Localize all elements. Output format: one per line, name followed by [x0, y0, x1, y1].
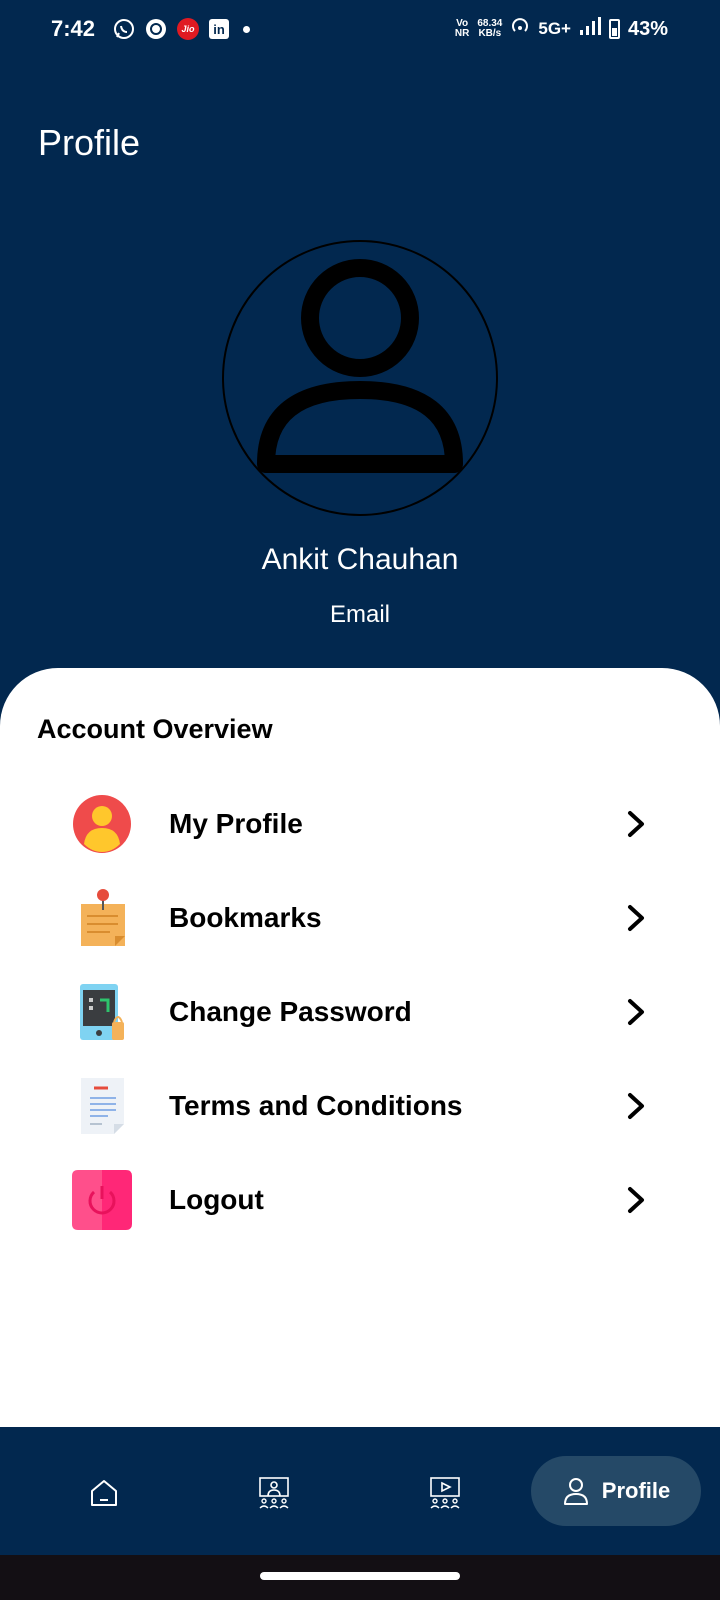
chat-icon	[145, 18, 167, 40]
battery-icon	[608, 19, 620, 39]
chevron-right-icon	[624, 996, 648, 1028]
system-navigation-bar	[0, 1555, 720, 1600]
nav-video-class[interactable]	[417, 1465, 473, 1521]
account-panel: Account Overview My Profile Bookmarks Ch…	[0, 668, 720, 1427]
section-title: Account Overview	[37, 714, 273, 744]
chevron-right-icon	[624, 808, 648, 840]
person-icon	[563, 1478, 588, 1505]
volte-indicator: Vo NR	[454, 18, 470, 39]
classroom-icon	[259, 1477, 289, 1509]
chevron-right-icon	[624, 902, 648, 934]
status-time: 7:42	[51, 16, 96, 41]
network-type: 5G+	[538, 19, 571, 38]
document-icon	[72, 1076, 132, 1136]
nav-profile-label: Profile	[601, 1478, 671, 1503]
menu-item-change-password[interactable]: Change Password	[0, 966, 720, 1060]
nav-classroom[interactable]	[246, 1465, 302, 1521]
avatar[interactable]	[222, 240, 498, 516]
status-bar: 7:42 Jio in Vo NR 68.34 KB/s 5G+ 43%	[0, 0, 720, 64]
signal-icon	[579, 16, 601, 42]
network-speed: 68.34 KB/s	[477, 18, 503, 39]
bottom-nav: Profile	[0, 1427, 720, 1555]
menu-label: Bookmarks	[169, 902, 322, 933]
chevron-right-icon	[624, 1184, 648, 1216]
menu-label: My Profile	[169, 808, 303, 839]
user-profile-icon	[72, 794, 132, 854]
nav-profile[interactable]: Profile	[531, 1456, 701, 1526]
menu-item-terms[interactable]: Terms and Conditions	[0, 1060, 720, 1154]
menu-label: Terms and Conditions	[169, 1090, 463, 1121]
chevron-right-icon	[624, 1090, 648, 1122]
pinned-note-icon	[72, 888, 132, 948]
home-icon	[91, 1480, 117, 1506]
linkedin-icon: in	[209, 19, 229, 39]
user-email: Email	[329, 601, 390, 628]
more-notifications-icon	[243, 25, 250, 33]
battery-percent: 43%	[627, 17, 668, 40]
nav-home[interactable]	[76, 1465, 132, 1521]
system-status: Vo NR 68.34 KB/s 5G+ 43%	[455, 16, 668, 42]
hotspot-icon	[510, 16, 530, 42]
menu-item-my-profile[interactable]: My Profile	[0, 778, 720, 872]
jio-icon: Jio	[177, 18, 199, 40]
menu-label: Change Password	[169, 996, 412, 1027]
page-title: Profile	[38, 122, 141, 163]
home-indicator[interactable]	[260, 1572, 460, 1580]
user-name: Ankit Chauhan	[261, 543, 459, 576]
power-icon	[72, 1170, 132, 1230]
phone-lock-icon	[72, 982, 132, 1042]
notification-icons: Jio in	[113, 18, 250, 40]
user-silhouette-icon	[257, 259, 463, 473]
video-class-icon	[430, 1477, 460, 1509]
menu-item-bookmarks[interactable]: Bookmarks	[0, 872, 720, 966]
menu-label: Logout	[169, 1184, 264, 1215]
whatsapp-icon	[113, 18, 135, 40]
menu-item-logout[interactable]: Logout	[0, 1154, 720, 1248]
